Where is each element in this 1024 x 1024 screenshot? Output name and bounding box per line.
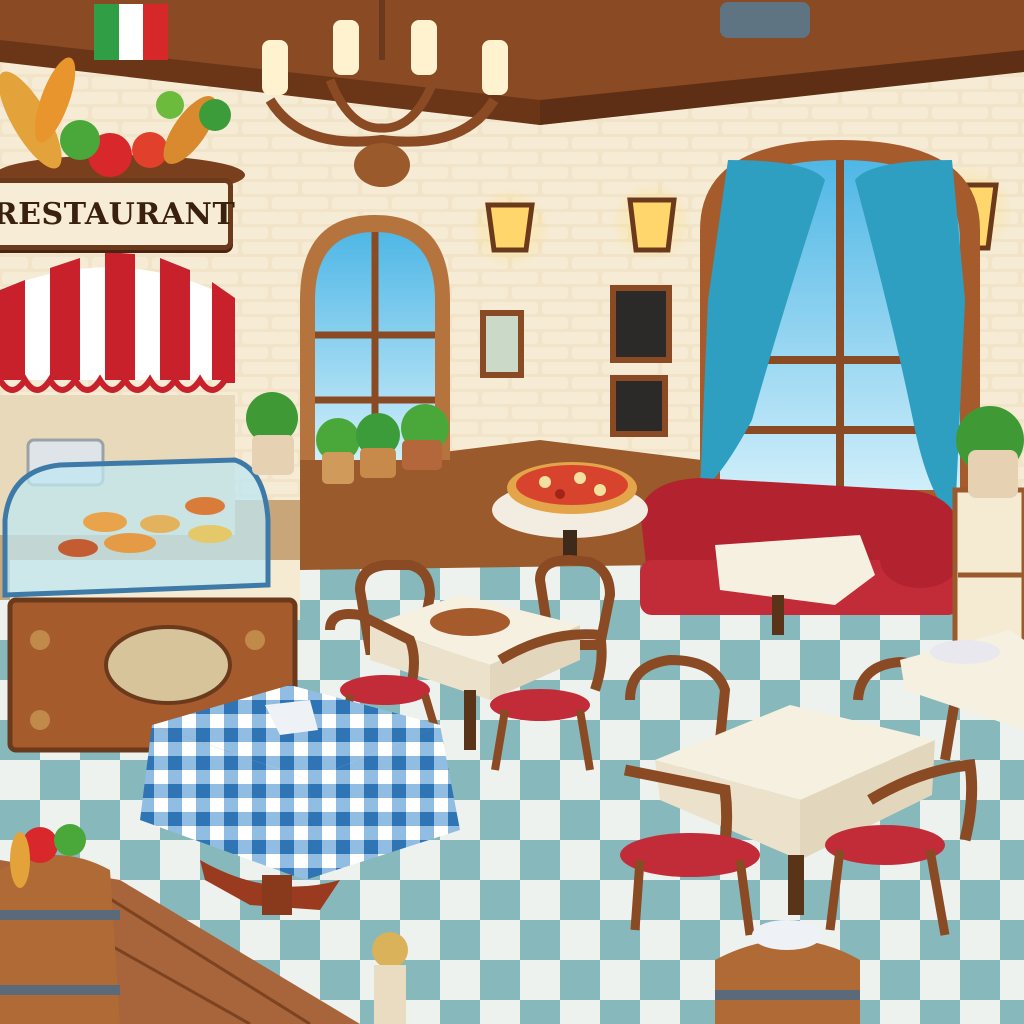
- wall-lantern-icon: [470, 188, 550, 268]
- restaurant-sign: RESTAURANT: [0, 178, 236, 250]
- curtained-window: [700, 140, 980, 520]
- wine-shelf: [952, 487, 1024, 653]
- italian-flag: [94, 4, 168, 60]
- wall-lantern-icon: [612, 182, 692, 262]
- railing-post: [372, 932, 408, 1024]
- ceiling-vent: [720, 2, 810, 38]
- restaurant-scene: RESTAURANT: [0, 0, 1024, 1024]
- sign-text: RESTAURANT: [0, 196, 236, 232]
- scene-art: [0, 0, 1024, 1024]
- pizza-icon: [507, 462, 637, 514]
